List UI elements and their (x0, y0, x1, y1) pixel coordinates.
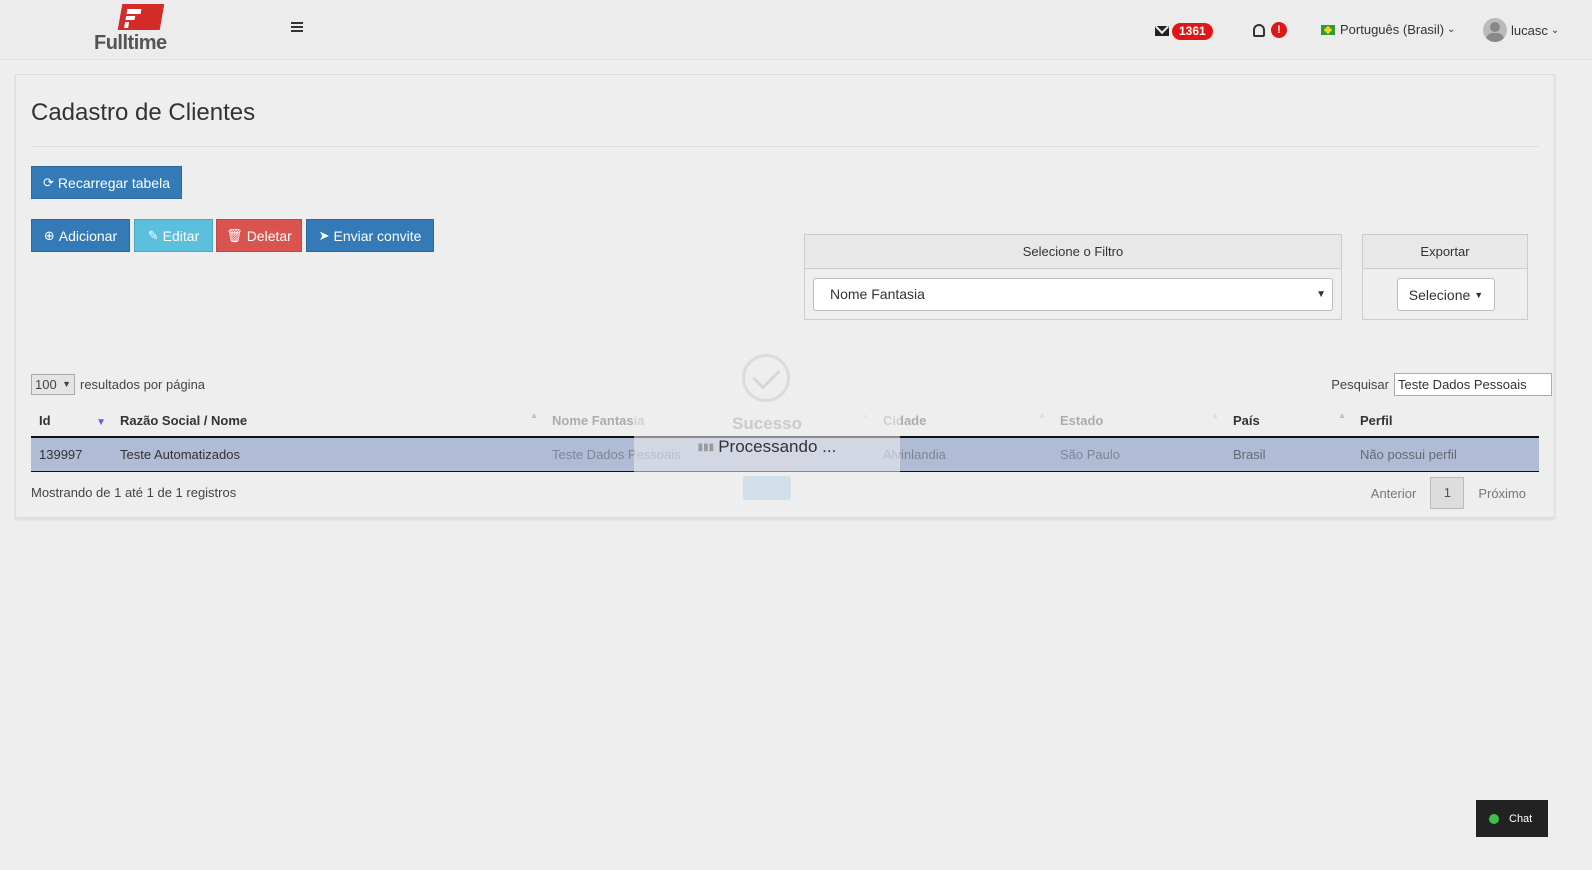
search-input[interactable]: Teste Dados Pessoais (1394, 373, 1552, 396)
filter-select[interactable]: Nome Fantasia ▼ (813, 278, 1333, 311)
filter-selected-value: Nome Fantasia (830, 286, 925, 302)
logo-icon (117, 4, 165, 30)
column-header-estado[interactable]: Estado ▲ (1052, 405, 1225, 436)
menu-toggle-icon[interactable] (291, 22, 303, 34)
notification-badge: ! (1271, 22, 1287, 38)
search-label: Pesquisar (1331, 377, 1389, 392)
reload-table-button[interactable]: ⟳ Recarregar tabela (31, 166, 182, 199)
processing-indicator: ▮▮▮ Processando ... (634, 437, 900, 457)
success-check-icon (742, 354, 790, 402)
table-info: Mostrando de 1 até 1 de 1 registros (31, 485, 237, 500)
column-header-cidade[interactable]: Cidade ▲ (875, 405, 1052, 436)
title-divider (31, 146, 1539, 147)
envelope-icon (1155, 26, 1169, 36)
export-dropdown-button[interactable]: Selecione ▼ (1397, 278, 1495, 311)
column-header-label: Perfil (1360, 413, 1393, 428)
messages-button[interactable]: 1361 (1155, 22, 1213, 40)
trash-icon: 🗑 (226, 227, 243, 243)
avatar (1483, 18, 1507, 42)
column-header-label: Id (39, 413, 51, 428)
caret-down-icon: ▼ (62, 379, 71, 389)
page-length-label: resultados por página (80, 377, 206, 392)
top-navbar: Fulltime 1361 ! Português (Brasil) ⌄ luc… (0, 0, 1592, 60)
add-button[interactable]: ⊕ Adicionar (31, 219, 130, 252)
cell-razao-social: Teste Automatizados (120, 447, 240, 462)
page-length-control: 100 ▼ resultados por página (31, 374, 205, 395)
export-dropdown-label: Selecione (1408, 286, 1471, 303)
caret-down-icon: ▼ (1316, 289, 1326, 300)
column-header-razao-social[interactable]: Razão Social / Nome ▲ (112, 405, 544, 436)
chat-button[interactable]: Chat (1476, 800, 1548, 837)
column-header-label: Razão Social / Nome (120, 413, 248, 428)
edit-label: Editar (162, 227, 200, 244)
column-header-label: Estado (1060, 413, 1104, 428)
success-modal: Sucesso (634, 330, 900, 512)
edit-icon: ✎ (147, 227, 159, 243)
reload-table-label: Recarregar tabela (57, 174, 170, 191)
bell-icon (1253, 23, 1265, 37)
loading-icon: ▮▮▮ (697, 442, 715, 454)
column-header-perfil[interactable]: Perfil (1352, 405, 1539, 436)
page-length-select[interactable]: 100 ▼ (31, 374, 75, 395)
chat-label: Chat (1509, 812, 1533, 825)
next-page-button[interactable]: Próximo (1464, 486, 1540, 501)
column-header-label: País (1233, 413, 1260, 428)
cell-id: 139997 (39, 447, 83, 462)
filter-box: Selecione o Filtro Nome Fantasia ▼ (804, 234, 1342, 320)
messages-count-badge: 1361 (1172, 22, 1213, 40)
sort-icon: ▲ (1338, 411, 1346, 420)
cell-estado: São Paulo (1060, 447, 1120, 462)
cell-perfil: Não possui perfil (1360, 447, 1457, 462)
column-header-id[interactable]: Id ▼ (31, 405, 112, 436)
delete-label: Deletar (246, 227, 292, 244)
plus-circle-icon: ⊕ (43, 227, 55, 243)
sort-desc-icon: ▼ (96, 417, 106, 428)
language-label: Português (Brasil) (1340, 22, 1445, 37)
cell-cidade: Alvinlandia (883, 447, 946, 462)
success-title: Sucesso (732, 414, 802, 433)
user-menu[interactable]: lucasc ⌄ (1483, 18, 1559, 42)
edit-button[interactable]: ✎ Editar (134, 219, 213, 252)
send-invite-button[interactable]: ➤ Enviar convite (306, 219, 434, 252)
current-page-button[interactable]: 1 (1430, 477, 1465, 509)
online-status-icon (1489, 813, 1499, 824)
table-search: Pesquisar Teste Dados Pessoais (1331, 373, 1552, 396)
logo-text: Fulltime (94, 32, 167, 54)
username: lucasc (1511, 22, 1548, 38)
delete-button[interactable]: 🗑 Deletar (216, 219, 302, 252)
send-invite-label: Enviar convite (333, 227, 422, 244)
page-length-value: 100 (35, 377, 57, 392)
column-header-label: Nome Fantasia (552, 413, 645, 428)
processing-label: Processando ... (718, 437, 837, 456)
chevron-down-icon: ⌄ (1550, 24, 1560, 36)
notifications-button[interactable]: ! (1253, 22, 1287, 38)
sort-icon: ▲ (1211, 411, 1219, 420)
logo[interactable]: Fulltime (94, 4, 174, 54)
sort-icon: ▲ (530, 411, 538, 420)
export-box: Exportar Selecione ▼ (1362, 234, 1528, 320)
refresh-icon: ⟳ (43, 174, 54, 190)
cell-pais: Brasil (1233, 447, 1266, 462)
page-title: Cadastro de Clientes (31, 99, 256, 126)
previous-page-button[interactable]: Anterior (1357, 486, 1431, 501)
column-header-pais[interactable]: País ▲ (1225, 405, 1352, 436)
language-dropdown[interactable]: Português (Brasil) ⌄ (1321, 22, 1455, 37)
chevron-down-icon: ⌄ (1447, 24, 1456, 35)
ok-button[interactable] (743, 476, 791, 500)
filter-title: Selecione o Filtro (805, 235, 1341, 269)
paper-plane-icon: ➤ (318, 227, 330, 243)
pagination: Anterior 1 Próximo (1357, 477, 1540, 509)
sort-icon: ▲ (1038, 411, 1046, 420)
caret-down-icon: ▼ (1474, 289, 1484, 300)
add-label: Adicionar (58, 227, 118, 244)
export-title: Exportar (1363, 235, 1527, 269)
brazil-flag-icon (1321, 24, 1335, 35)
